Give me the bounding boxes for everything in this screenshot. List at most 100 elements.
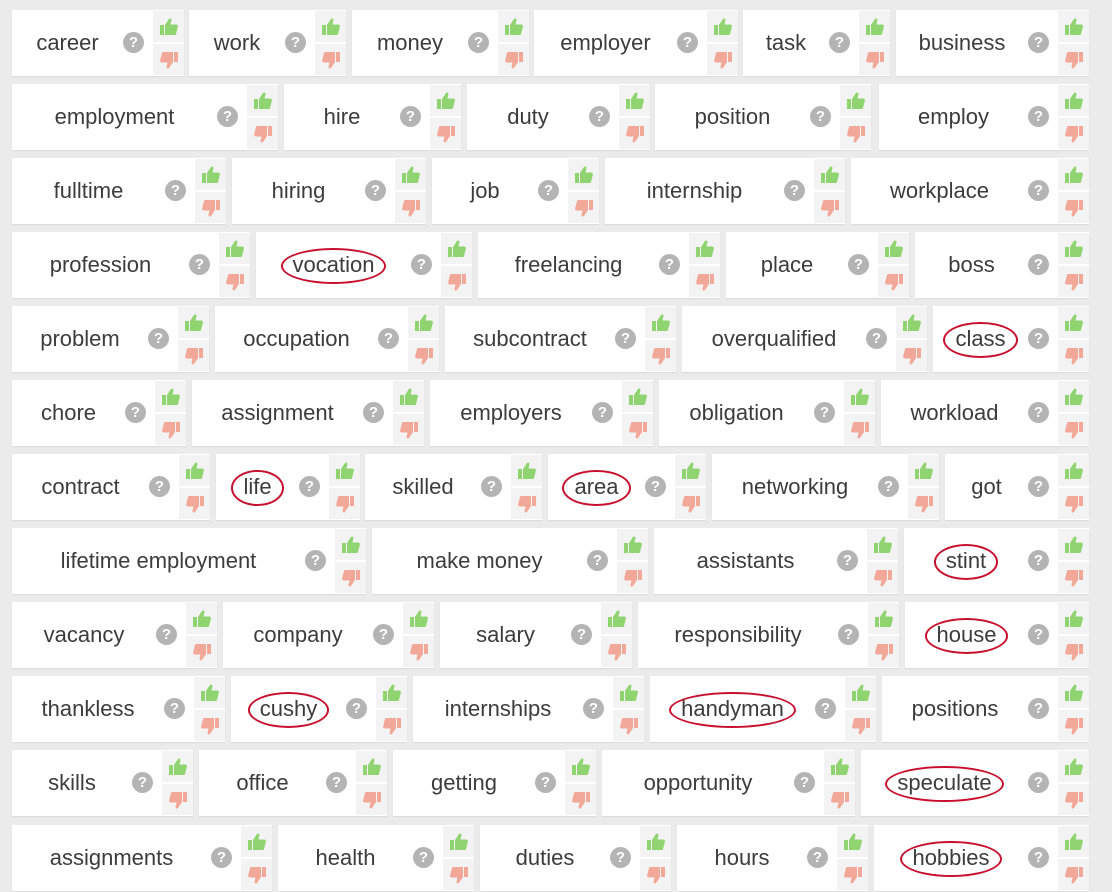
question-icon[interactable]: ? <box>848 254 869 275</box>
question-icon[interactable]: ? <box>583 698 604 719</box>
thumbs-down-button[interactable] <box>837 859 868 890</box>
thumbs-up-button[interactable] <box>844 381 875 412</box>
thumbs-up-button[interactable] <box>622 381 653 412</box>
thumbs-up-button[interactable] <box>178 307 209 338</box>
question-icon[interactable]: ? <box>1028 180 1049 201</box>
thumbs-up-button[interactable] <box>441 233 472 264</box>
thumbs-up-button[interactable] <box>1058 826 1089 857</box>
thumbs-down-button[interactable] <box>178 340 209 371</box>
question-icon[interactable]: ? <box>411 254 432 275</box>
thumbs-down-button[interactable] <box>689 266 720 297</box>
thumbs-down-button[interactable] <box>1058 44 1089 75</box>
thumbs-up-button[interactable] <box>840 85 871 116</box>
question-icon[interactable]: ? <box>535 772 556 793</box>
question-icon[interactable]: ? <box>1028 32 1049 53</box>
question-icon[interactable]: ? <box>149 476 170 497</box>
thumbs-up-button[interactable] <box>408 307 439 338</box>
thumbs-up-button[interactable] <box>247 85 278 116</box>
thumbs-up-button[interactable] <box>645 307 676 338</box>
question-icon[interactable]: ? <box>1028 106 1049 127</box>
thumbs-up-button[interactable] <box>1058 233 1089 264</box>
thumbs-down-button[interactable] <box>1058 192 1089 223</box>
question-icon[interactable]: ? <box>1028 698 1049 719</box>
question-icon[interactable]: ? <box>346 698 367 719</box>
thumbs-up-button[interactable] <box>356 751 387 782</box>
question-icon[interactable]: ? <box>784 180 805 201</box>
thumbs-down-button[interactable] <box>868 636 899 667</box>
thumbs-down-button[interactable] <box>498 44 529 75</box>
question-icon[interactable]: ? <box>592 402 613 423</box>
question-icon[interactable]: ? <box>878 476 899 497</box>
thumbs-up-button[interactable] <box>1058 455 1089 486</box>
thumbs-up-button[interactable] <box>329 455 360 486</box>
thumbs-up-button[interactable] <box>395 159 426 190</box>
thumbs-down-button[interactable] <box>315 44 346 75</box>
thumbs-down-button[interactable] <box>640 859 671 890</box>
thumbs-up-button[interactable] <box>896 307 927 338</box>
thumbs-down-button[interactable] <box>403 636 434 667</box>
thumbs-down-button[interactable] <box>568 192 599 223</box>
thumbs-up-button[interactable] <box>1058 529 1089 560</box>
question-icon[interactable]: ? <box>373 624 394 645</box>
question-icon[interactable]: ? <box>815 698 836 719</box>
question-icon[interactable]: ? <box>1028 402 1049 423</box>
thumbs-down-button[interactable] <box>329 488 360 519</box>
question-icon[interactable]: ? <box>1028 254 1049 275</box>
thumbs-up-button[interactable] <box>868 603 899 634</box>
question-icon[interactable]: ? <box>829 32 850 53</box>
thumbs-down-button[interactable] <box>619 118 650 149</box>
thumbs-up-button[interactable] <box>565 751 596 782</box>
thumbs-up-button[interactable] <box>859 11 890 42</box>
question-icon[interactable]: ? <box>589 106 610 127</box>
thumbs-up-button[interactable] <box>1058 751 1089 782</box>
thumbs-up-button[interactable] <box>601 603 632 634</box>
thumbs-up-button[interactable] <box>443 826 474 857</box>
thumbs-down-button[interactable] <box>1058 488 1089 519</box>
question-icon[interactable]: ? <box>615 328 636 349</box>
thumbs-up-button[interactable] <box>824 751 855 782</box>
thumbs-down-button[interactable] <box>1058 636 1089 667</box>
question-icon[interactable]: ? <box>1028 772 1049 793</box>
thumbs-down-button[interactable] <box>430 118 461 149</box>
thumbs-up-button[interactable] <box>335 529 366 560</box>
thumbs-down-button[interactable] <box>393 414 424 445</box>
thumbs-up-button[interactable] <box>511 455 542 486</box>
thumbs-up-button[interactable] <box>195 159 226 190</box>
thumbs-down-button[interactable] <box>335 562 366 593</box>
thumbs-up-button[interactable] <box>186 603 217 634</box>
question-icon[interactable]: ? <box>326 772 347 793</box>
thumbs-down-button[interactable] <box>443 859 474 890</box>
question-icon[interactable]: ? <box>165 180 186 201</box>
thumbs-up-button[interactable] <box>315 11 346 42</box>
question-icon[interactable]: ? <box>866 328 887 349</box>
thumbs-down-button[interactable] <box>1058 266 1089 297</box>
thumbs-up-button[interactable] <box>640 826 671 857</box>
question-icon[interactable]: ? <box>164 698 185 719</box>
thumbs-up-button[interactable] <box>194 677 225 708</box>
thumbs-down-button[interactable] <box>408 340 439 371</box>
thumbs-down-button[interactable] <box>195 192 226 223</box>
question-icon[interactable]: ? <box>587 550 608 571</box>
question-icon[interactable]: ? <box>363 402 384 423</box>
question-icon[interactable]: ? <box>132 772 153 793</box>
thumbs-down-button[interactable] <box>241 859 272 890</box>
thumbs-down-button[interactable] <box>601 636 632 667</box>
thumbs-down-button[interactable] <box>824 784 855 815</box>
thumbs-up-button[interactable] <box>241 826 272 857</box>
question-icon[interactable]: ? <box>794 772 815 793</box>
thumbs-up-button[interactable] <box>878 233 909 264</box>
thumbs-up-button[interactable] <box>162 751 193 782</box>
question-icon[interactable]: ? <box>156 624 177 645</box>
thumbs-up-button[interactable] <box>219 233 250 264</box>
question-icon[interactable]: ? <box>365 180 386 201</box>
thumbs-up-button[interactable] <box>430 85 461 116</box>
thumbs-up-button[interactable] <box>393 381 424 412</box>
thumbs-down-button[interactable] <box>1058 784 1089 815</box>
thumbs-up-button[interactable] <box>153 11 184 42</box>
thumbs-down-button[interactable] <box>511 488 542 519</box>
question-icon[interactable]: ? <box>1028 624 1049 645</box>
thumbs-down-button[interactable] <box>194 710 225 741</box>
thumbs-down-button[interactable] <box>219 266 250 297</box>
thumbs-up-button[interactable] <box>498 11 529 42</box>
thumbs-up-button[interactable] <box>155 381 186 412</box>
